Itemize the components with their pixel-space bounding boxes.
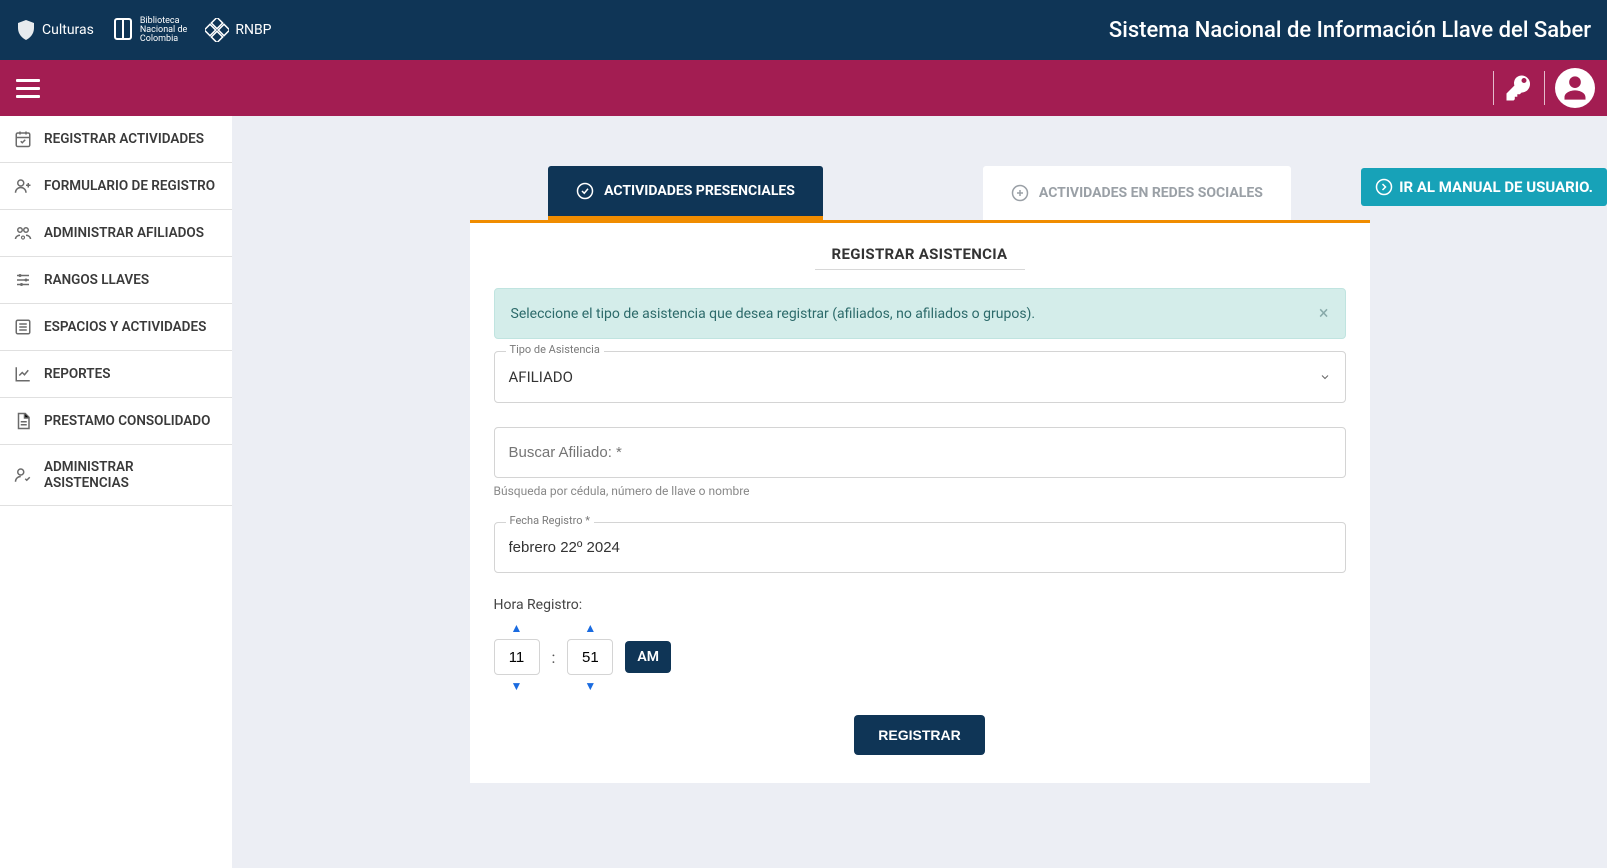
time-picker: ▲ ▼ : ▲ ▼ AM <box>494 621 1346 693</box>
calendar-check-icon <box>14 130 32 148</box>
hour-spinner: ▲ ▼ <box>494 621 540 693</box>
divider <box>1544 71 1545 105</box>
top-header: Culturas Biblioteca Nacional de Colombia… <box>0 0 1607 60</box>
file-icon <box>14 412 32 430</box>
tab-redes-sociales[interactable]: ACTIVIDADES EN REDES SOCIALES <box>983 166 1291 220</box>
fecha-registro-input[interactable] <box>494 522 1346 573</box>
manual-button-label: IR AL MANUAL DE USUARIO. <box>1399 178 1593 196</box>
system-title: Sistema Nacional de Información Llave de… <box>1109 18 1591 43</box>
app-bar <box>0 60 1607 116</box>
shield-emblem-icon <box>16 19 36 41</box>
sidebar-item-label: ADMINISTRAR ASISTENCIAS <box>44 459 218 491</box>
sidebar-item-rangos-llaves[interactable]: RANGOS LLAVES <box>0 257 232 304</box>
field-buscar-afiliado: Búsqueda por cédula, número de llave o n… <box>494 427 1346 498</box>
card-registrar-asistencia: REGISTRAR ASISTENCIA Seleccione el tipo … <box>470 220 1370 783</box>
tab-label: ACTIVIDADES EN REDES SOCIALES <box>1039 185 1263 201</box>
chart-line-icon <box>14 365 32 383</box>
sidebar-item-label: REPORTES <box>44 366 110 382</box>
minute-down-button[interactable]: ▼ <box>584 679 596 693</box>
submit-row: REGISTRAR <box>494 715 1346 755</box>
sidebar-item-espacios-actividades[interactable]: ESPACIOS Y ACTIVIDADES <box>0 304 232 351</box>
user-icon <box>1561 74 1589 102</box>
ampm-toggle[interactable]: AM <box>625 641 671 673</box>
logo-bnc: Biblioteca Nacional de Colombia <box>112 17 187 44</box>
main-layout: REGISTRAR ACTIVIDADES FORMULARIO DE REGI… <box>0 116 1607 868</box>
time-colon: : <box>552 648 556 667</box>
sidebar-item-label: ADMINISTRAR AFILIADOS <box>44 225 204 241</box>
key-icon-button[interactable] <box>1504 73 1534 103</box>
user-check-icon <box>14 466 32 484</box>
sidebar-item-formulario-registro[interactable]: FORMULARIO DE REGISTRO <box>0 163 232 210</box>
minute-spinner: ▲ ▼ <box>567 621 613 693</box>
tipo-asistencia-select[interactable]: AFILIADO <box>494 351 1346 403</box>
tipo-value: AFILIADO <box>509 368 573 386</box>
logo-culturas: Culturas <box>16 19 94 41</box>
menu-toggle-button[interactable] <box>12 72 44 104</box>
field-fecha-registro: Fecha Registro * <box>494 522 1346 573</box>
logo-rnbp: RNBP <box>205 18 271 42</box>
user-avatar-button[interactable] <box>1555 68 1595 108</box>
form: Tipo de Asistencia AFILIADO Búsqueda por… <box>470 351 1370 755</box>
hour-input[interactable] <box>494 639 540 675</box>
app-bar-right <box>1493 68 1595 108</box>
logo-rnbp-text: RNBP <box>235 22 271 38</box>
sidebar-item-label: RANGOS LLAVES <box>44 272 149 288</box>
user-plus-icon <box>14 177 32 195</box>
chevron-down-icon <box>1319 371 1331 383</box>
diamond-grid-icon <box>205 18 229 42</box>
sidebar-item-label: FORMULARIO DE REGISTRO <box>44 178 215 194</box>
plus-circle-icon <box>1011 184 1029 202</box>
key-icon <box>1504 73 1534 103</box>
info-alert: Seleccione el tipo de asistencia que des… <box>494 288 1346 339</box>
hora-label: Hora Registro: <box>494 597 1346 613</box>
sidebar-item-label: ESPACIOS Y ACTIVIDADES <box>44 319 206 335</box>
check-circle-icon <box>576 182 594 200</box>
alert-close-button[interactable]: × <box>1319 303 1329 324</box>
book-icon <box>112 17 134 43</box>
tab-presenciales[interactable]: ACTIVIDADES PRESENCIALES <box>548 166 823 220</box>
registrar-button[interactable]: REGISTRAR <box>854 715 984 755</box>
sidebar: REGISTRAR ACTIVIDADES FORMULARIO DE REGI… <box>0 116 232 868</box>
tab-label: ACTIVIDADES PRESENCIALES <box>604 183 795 199</box>
tipo-label: Tipo de Asistencia <box>506 343 604 356</box>
sidebar-item-reportes[interactable]: REPORTES <box>0 351 232 398</box>
buscar-help-text: Búsqueda por cédula, número de llave o n… <box>494 484 1346 498</box>
sidebar-item-registrar-actividades[interactable]: REGISTRAR ACTIVIDADES <box>0 116 232 163</box>
users-cog-icon <box>14 224 32 242</box>
header-logos: Culturas Biblioteca Nacional de Colombia… <box>16 17 272 44</box>
fecha-label: Fecha Registro * <box>506 514 594 527</box>
main-content: IR AL MANUAL DE USUARIO. ACTIVIDADES PRE… <box>232 116 1607 868</box>
hour-up-button[interactable]: ▲ <box>511 621 523 635</box>
logo-culturas-text: Culturas <box>42 22 94 38</box>
title-underline <box>815 269 1025 270</box>
hour-down-button[interactable]: ▼ <box>511 679 523 693</box>
card-title: REGISTRAR ASISTENCIA <box>470 223 1370 269</box>
manual-button[interactable]: IR AL MANUAL DE USUARIO. <box>1361 168 1607 206</box>
divider <box>1493 71 1494 105</box>
sidebar-item-administrar-asistencias[interactable]: ADMINISTRAR ASISTENCIAS <box>0 445 232 506</box>
sidebar-item-label: PRESTAMO CONSOLIDADO <box>44 413 210 429</box>
sidebar-item-administrar-afiliados[interactable]: ADMINISTRAR AFILIADOS <box>0 210 232 257</box>
sidebar-item-label: REGISTRAR ACTIVIDADES <box>44 131 204 147</box>
list-icon <box>14 318 32 336</box>
sliders-icon <box>14 271 32 289</box>
minute-up-button[interactable]: ▲ <box>584 621 596 635</box>
alert-text: Seleccione el tipo de asistencia que des… <box>511 306 1036 322</box>
field-tipo-asistencia: Tipo de Asistencia AFILIADO <box>494 351 1346 403</box>
minute-input[interactable] <box>567 639 613 675</box>
logo-bnc-text: Biblioteca Nacional de Colombia <box>140 17 187 44</box>
buscar-afiliado-input[interactable] <box>494 427 1346 478</box>
arrow-right-circle-icon <box>1375 178 1393 196</box>
sidebar-item-prestamo-consolidado[interactable]: PRESTAMO CONSOLIDADO <box>0 398 232 445</box>
